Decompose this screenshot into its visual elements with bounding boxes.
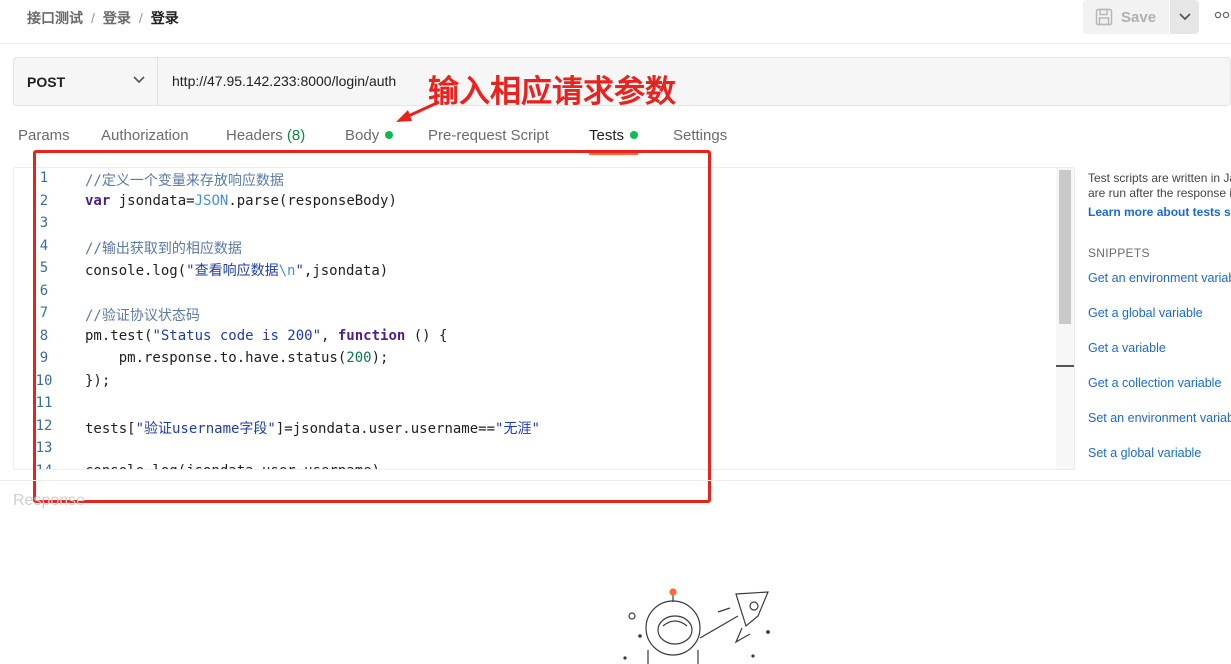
tests-help-text: Test scripts are written in JavaScript, … bbox=[1088, 171, 1231, 220]
snippet-link[interactable]: Set an environment variable bbox=[1088, 411, 1231, 425]
tab-label: Authorization bbox=[101, 127, 189, 144]
method-select[interactable]: POST bbox=[14, 58, 158, 105]
method-value: POST bbox=[27, 73, 66, 90]
scrollbar-marker bbox=[1056, 365, 1074, 367]
breadcrumb-collection[interactable]: 接口测试 bbox=[27, 8, 83, 28]
breadcrumb-separator: / bbox=[91, 10, 95, 26]
breadcrumb: 接口测试 / 登录 / 登录 bbox=[27, 8, 179, 28]
breadcrumb-folder[interactable]: 登录 bbox=[103, 8, 131, 28]
learn-more-link[interactable]: Learn more about tests scripts bbox=[1088, 205, 1231, 220]
snippet-link[interactable]: Set a global variable bbox=[1088, 446, 1231, 460]
tab-pre-request-script[interactable]: Pre-request Script bbox=[428, 127, 549, 144]
chevron-down-icon bbox=[133, 76, 145, 84]
scrollbar-thumb[interactable] bbox=[1059, 170, 1071, 324]
more-button[interactable] bbox=[1214, 8, 1231, 22]
headers-count: (8) bbox=[286, 127, 306, 144]
chevron-down-icon bbox=[1178, 13, 1191, 21]
editor-scrollbar[interactable] bbox=[1056, 168, 1074, 469]
tab-headers[interactable]: Headers (8) bbox=[226, 127, 305, 144]
tab-label: Headers bbox=[226, 127, 283, 144]
more-icon bbox=[1214, 11, 1230, 19]
tab-authorization[interactable]: Authorization bbox=[101, 127, 189, 144]
help-line-2: are run after the response is received. bbox=[1088, 186, 1231, 200]
breadcrumb-request[interactable]: 登录 bbox=[151, 8, 179, 28]
save-icon bbox=[1095, 8, 1113, 26]
top-bar: 接口测试 / 登录 / 登录 Save bbox=[0, 0, 1231, 44]
snippet-link[interactable]: Get a global variable bbox=[1088, 306, 1231, 320]
tab-tests[interactable]: Tests bbox=[589, 127, 639, 155]
response-label: Response bbox=[13, 492, 86, 509]
tab-label: Params bbox=[18, 127, 70, 144]
snippet-link[interactable]: Get a variable bbox=[1088, 341, 1231, 355]
url-input[interactable]: http://47.95.142.233:8000/login/auth bbox=[172, 73, 447, 89]
snippet-link[interactable]: Get a collection variable bbox=[1088, 376, 1231, 390]
astronaut-illustration-icon bbox=[623, 588, 770, 664]
tab-settings[interactable]: Settings bbox=[673, 127, 727, 144]
annotation-arrow-icon bbox=[396, 100, 440, 122]
tab-label: Body bbox=[345, 127, 380, 144]
snippet-link[interactable]: Get an environment variable bbox=[1088, 271, 1231, 285]
tests-indicator-dot bbox=[630, 131, 639, 140]
save-dropdown-button[interactable] bbox=[1170, 0, 1199, 34]
tab-label: Tests bbox=[589, 127, 625, 144]
body-indicator-dot bbox=[385, 131, 394, 140]
tab-body[interactable]: Body bbox=[345, 127, 394, 144]
annotation-text: 输入相应请求参数 bbox=[428, 74, 676, 110]
snippets-title: SNIPPETS bbox=[1088, 246, 1150, 260]
annotation-highlight-box bbox=[33, 150, 711, 503]
tab-params[interactable]: Params bbox=[18, 127, 70, 144]
help-line-1: Test scripts are written in JavaScript, … bbox=[1088, 171, 1231, 185]
breadcrumb-separator: / bbox=[138, 10, 143, 26]
response-divider[interactable] bbox=[0, 480, 1231, 481]
tab-label: Pre-request Script bbox=[428, 127, 549, 144]
save-label: Save bbox=[1121, 8, 1157, 26]
save-button[interactable]: Save bbox=[1083, 0, 1169, 34]
tab-label: Settings bbox=[673, 127, 728, 144]
